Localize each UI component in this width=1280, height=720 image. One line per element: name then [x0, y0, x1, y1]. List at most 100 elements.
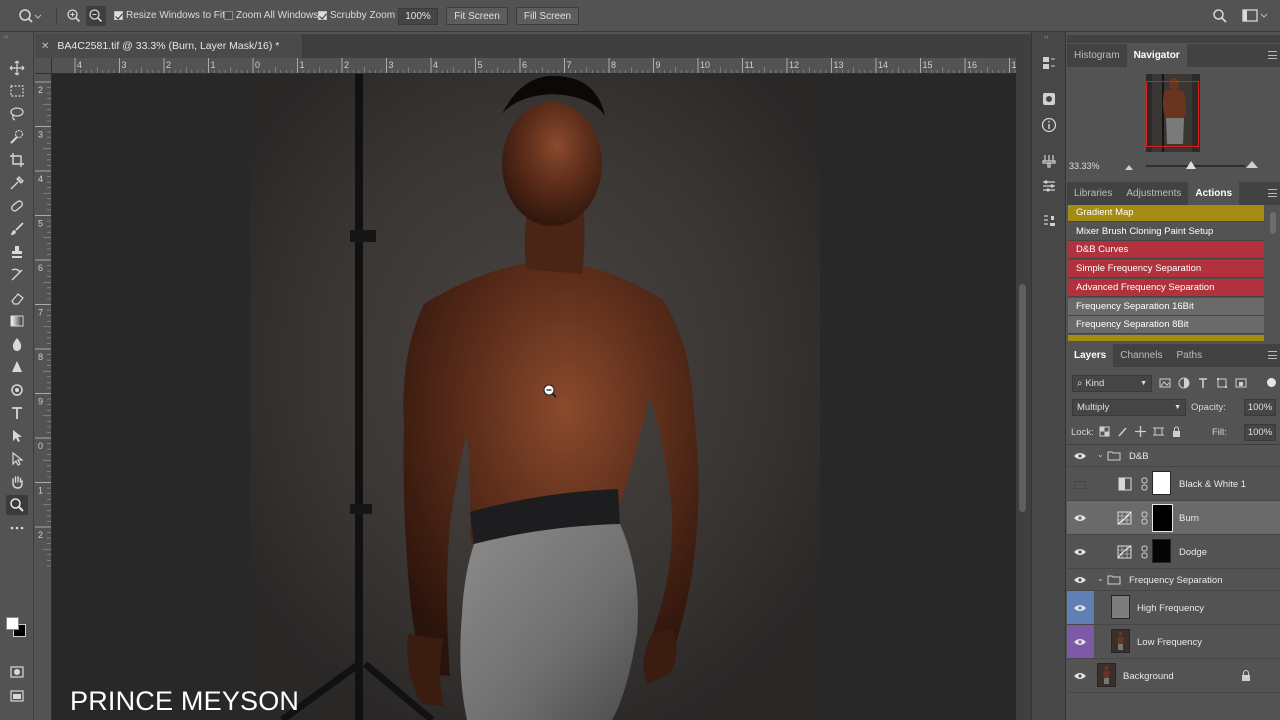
filter-toggle-icon[interactable] — [1267, 378, 1276, 387]
visibility-eye-icon[interactable] — [1074, 452, 1086, 460]
collapse-dock-icon[interactable]: ‹‹ — [1044, 34, 1049, 41]
marquee-tool-icon[interactable] — [6, 81, 28, 101]
tab-libraries[interactable]: Libraries — [1067, 182, 1119, 205]
pen-tool-icon[interactable] — [6, 380, 28, 400]
layer-mask-thumbnail[interactable] — [1152, 504, 1173, 532]
document-canvas[interactable] — [52, 74, 1016, 720]
direct-selection-tool-icon[interactable] — [6, 449, 28, 469]
tab-layers[interactable]: Layers — [1067, 344, 1114, 367]
navigator-preview[interactable] — [1146, 74, 1200, 152]
zoom-all-windows-checkbox[interactable]: Zoom All Windows — [224, 10, 318, 21]
zoom-in-icon[interactable] — [66, 8, 82, 27]
brush-panel-icon[interactable] — [1040, 152, 1058, 170]
gradient-tool-icon[interactable] — [6, 311, 28, 331]
clone-source-panel-icon[interactable] — [1040, 212, 1058, 230]
zoom-in-mountain-icon[interactable] — [1245, 159, 1259, 172]
screen-mode-icon[interactable] — [6, 686, 28, 706]
opacity-field[interactable]: 100% — [1244, 399, 1276, 416]
ruler-origin[interactable] — [35, 58, 52, 74]
zoom-out-mountain-icon[interactable] — [1124, 162, 1134, 174]
collapse-toolbar-icon[interactable]: ›› — [4, 34, 9, 41]
lock-position-icon[interactable] — [1135, 426, 1146, 437]
move-tool-icon[interactable] — [6, 58, 28, 78]
filter-pixel-icon[interactable] — [1159, 377, 1171, 389]
layer-row-background[interactable]: Background — [1067, 659, 1280, 693]
layer-row-group-db[interactable]: ⌄ D&B — [1067, 445, 1280, 467]
scrollbar-thumb[interactable] — [1019, 284, 1026, 512]
quick-mask-icon[interactable] — [6, 662, 28, 682]
foreground-color-swatch[interactable] — [6, 617, 19, 630]
filter-smart-object-icon[interactable] — [1235, 377, 1247, 389]
tab-adjustments[interactable]: Adjustments — [1119, 182, 1188, 205]
history-brush-tool-icon[interactable] — [6, 265, 28, 285]
fit-screen-button[interactable]: Fit Screen — [446, 7, 508, 25]
navigator-zoom-field[interactable]: 33.33% — [1069, 161, 1100, 171]
layer-row-high-frequency[interactable]: High Frequency — [1067, 591, 1280, 625]
layer-row-group-frequency-separation[interactable]: ⌄ Frequency Separation — [1067, 569, 1280, 591]
visibility-empty-box[interactable] — [1074, 481, 1086, 489]
layer-filter-kind[interactable]: ⌕ Kind ▼ — [1072, 375, 1152, 392]
layer-mask-thumbnail[interactable] — [1152, 539, 1171, 563]
clone-stamp-tool-icon[interactable] — [6, 242, 28, 262]
crop-tool-icon[interactable] — [6, 150, 28, 170]
properties-panel-icon[interactable] — [1040, 90, 1058, 108]
healing-brush-tool-icon[interactable] — [6, 196, 28, 216]
filter-adjustment-icon[interactable] — [1178, 377, 1190, 389]
lock-transparent-icon[interactable] — [1099, 426, 1110, 437]
visibility-eye-icon[interactable] — [1074, 576, 1086, 584]
action-item[interactable]: Frequency Separation 16Bit — [1068, 297, 1264, 316]
layer-row-dodge[interactable]: Dodge — [1067, 535, 1280, 569]
zoom-out-icon[interactable] — [86, 6, 106, 26]
visibility-eye-icon[interactable] — [1074, 514, 1086, 522]
filter-type-icon[interactable] — [1197, 377, 1209, 389]
lasso-tool-icon[interactable] — [6, 104, 28, 124]
tab-navigator[interactable]: Navigator — [1126, 44, 1187, 67]
layer-thumbnail[interactable] — [1111, 629, 1130, 653]
zoom-percent-field[interactable]: 100% — [398, 8, 438, 25]
resize-windows-checkbox[interactable]: Resize Windows to Fit — [114, 10, 225, 21]
navigator-zoom-slider[interactable] — [1146, 161, 1245, 169]
quick-selection-tool-icon[interactable] — [6, 127, 28, 147]
more-tools-icon[interactable] — [6, 518, 28, 538]
link-chain-icon[interactable] — [1141, 477, 1148, 491]
action-item[interactable]: Simple Frequency Separation — [1068, 260, 1264, 279]
blend-mode-select[interactable]: Multiply ▼ — [1072, 399, 1186, 416]
visibility-eye-icon[interactable] — [1074, 638, 1086, 646]
checkbox-unchecked-icon[interactable] — [224, 11, 233, 20]
layer-mask-thumbnail[interactable] — [1152, 471, 1171, 495]
eyedropper-tool-icon[interactable] — [6, 173, 28, 193]
layer-row-low-frequency[interactable]: Low Frequency — [1067, 625, 1280, 659]
checkbox-checked-icon[interactable] — [114, 11, 123, 20]
tab-histogram[interactable]: Histogram — [1067, 44, 1127, 67]
path-selection-tool-icon[interactable] — [6, 426, 28, 446]
actions-scrollbar-thumb[interactable] — [1270, 212, 1276, 234]
action-item[interactable]: Frequency Separation 8Bit — [1068, 316, 1264, 335]
lock-artboard-icon[interactable] — [1153, 426, 1164, 437]
chevron-down-icon[interactable]: ⌄ — [1097, 574, 1104, 583]
link-chain-icon[interactable] — [1141, 511, 1148, 525]
fill-field[interactable]: 100% — [1244, 424, 1276, 441]
action-item[interactable]: D&B Curves — [1068, 241, 1264, 260]
action-item[interactable]: Advanced Frequency Separation — [1068, 278, 1264, 297]
type-tool-icon[interactable] — [6, 403, 28, 423]
close-tab-icon[interactable]: ✕ — [41, 41, 49, 52]
visibility-eye-icon[interactable] — [1074, 604, 1086, 612]
checkbox-checked-icon[interactable] — [318, 11, 327, 20]
scrubby-zoom-checkbox[interactable]: Scrubby Zoom — [318, 10, 395, 21]
document-tab[interactable]: ✕ BA4C2581.tif @ 33.3% (Burn, Layer Mask… — [35, 34, 303, 58]
tab-actions[interactable]: Actions — [1188, 182, 1240, 205]
action-item[interactable]: Gradient Map — [1068, 205, 1264, 222]
tab-paths[interactable]: Paths — [1170, 344, 1210, 367]
zoom-tool-preset-icon[interactable] — [18, 8, 42, 24]
blur-tool-icon[interactable] — [6, 334, 28, 354]
panel-menu-icon[interactable] — [1268, 351, 1277, 359]
layer-thumbnail[interactable] — [1111, 595, 1130, 619]
visibility-eye-icon[interactable] — [1074, 672, 1086, 680]
canvas-vertical-scrollbar[interactable] — [1016, 58, 1031, 720]
search-icon[interactable] — [1212, 8, 1228, 27]
layer-row-black-white[interactable]: Black & White 1 — [1067, 467, 1280, 501]
layer-thumbnail[interactable] — [1097, 663, 1116, 687]
zoom-slider-handle[interactable] — [1185, 161, 1196, 169]
foreground-background-colors[interactable] — [5, 614, 27, 640]
lock-all-icon[interactable] — [1171, 426, 1182, 437]
